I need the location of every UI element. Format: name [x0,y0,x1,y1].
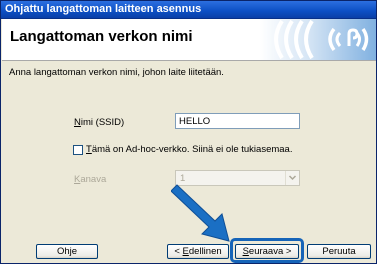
channel-dropdown-button[interactable] [285,171,299,185]
ssid-label: Nimi (SSID) [74,117,124,128]
pointer-arrow-icon [171,184,230,242]
back-button[interactable]: < Edellinen [167,244,229,259]
adhoc-label[interactable]: Tämä on Ad-hoc-verkko. Siinä ei ole tuki… [86,144,292,155]
wifi-signal-logo-icon [260,19,376,60]
ssid-input[interactable] [175,113,300,129]
back-button-text-post: dellinen [188,245,222,257]
instruction-text: Anna langattoman verkon nimi, johon lait… [9,67,224,78]
next-button-text: euraava > [248,245,292,257]
adhoc-label-text: ämä on Ad-hoc-verkko. Siinä ei ole tukia… [91,144,293,155]
cancel-button[interactable]: Peruuta [307,244,371,259]
page-title: Langattoman verkon nimi [10,28,193,45]
channel-label: Kanava [74,174,106,185]
back-button-text-pre: < [174,245,183,257]
next-button[interactable]: Seuraava > [235,244,299,259]
adhoc-checkbox[interactable] [73,145,83,155]
help-button-text-post: e [71,245,78,257]
installer-window: Ohjattu langattoman laitteen asennus Lan… [0,0,377,264]
help-button-text-pre: Oh [56,245,70,257]
window-title: Ohjattu langattoman laitteen asennus [5,3,202,15]
chevron-down-icon [288,175,297,181]
header-banner: Langattoman verkon nimi [2,19,376,61]
help-button[interactable]: Ohje [36,244,98,259]
ssid-label-text: imi (SSID) [80,117,125,128]
channel-label-text: anava [80,174,107,185]
title-bar[interactable]: Ohjattu langattoman laitteen asennus [1,1,376,19]
ssid-label-mnemonic: N [74,117,81,128]
